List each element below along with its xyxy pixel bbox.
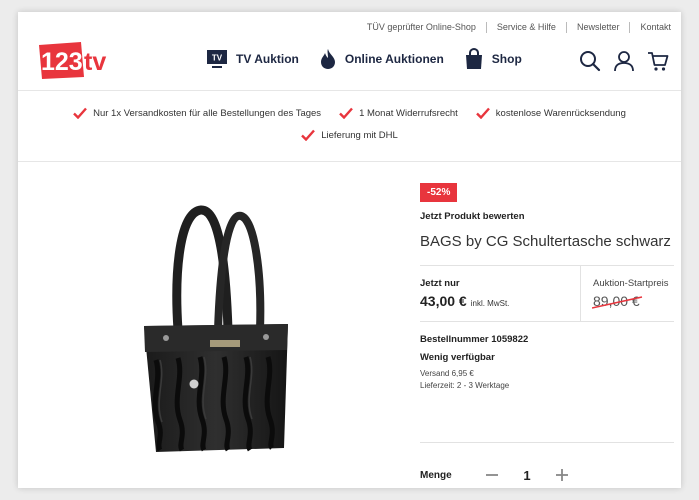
price-amount: 43,00 € [420, 293, 467, 309]
rate-product-link[interactable]: Jetzt Produkt bewerten [420, 211, 674, 222]
svg-text:TV: TV [212, 54, 223, 63]
usp-item: kostenlose Warenrücksendung [475, 107, 626, 119]
start-price-label: Auktion-Startpreis [593, 278, 669, 289]
nav-label: Online Auktionen [344, 52, 444, 66]
product-title: BAGS by CG Schultertasche schwarz [420, 233, 671, 250]
shopping-bag-icon [465, 48, 482, 69]
minus-icon [486, 474, 498, 476]
start-price-block: Auktion-Startpreis 89,00 € [580, 266, 674, 321]
shipping-cost: Versand 6,95 € [420, 369, 474, 378]
usp-item: Lieferung mit DHL [301, 129, 398, 141]
order-number: Bestellnummer 1059822 [420, 334, 529, 345]
main-nav: TV TV Auktion Online Auktionen Shop [206, 48, 542, 70]
search-icon[interactable] [579, 50, 601, 72]
usp-text: Lieferung mit DHL [321, 129, 398, 141]
checkmark-icon [339, 107, 353, 119]
checkmark-icon [73, 107, 87, 119]
price-label: Jetzt nur [420, 278, 460, 289]
increase-quantity-button[interactable] [550, 463, 574, 487]
header-icons [579, 50, 669, 72]
usp-row: Lieferung mit DHL [18, 129, 681, 141]
nav-online-auktionen[interactable]: Online Auktionen [319, 48, 444, 70]
usp-item: 1 Monat Widerrufsrecht [339, 107, 458, 119]
tv-icon: TV [207, 50, 227, 68]
cart-icon[interactable] [647, 50, 669, 72]
product-info: -52% Jetzt Produkt bewerten BAGS by CG S… [420, 182, 674, 483]
usp-text: 1 Monat Widerrufsrecht [359, 107, 458, 119]
top-utility-bar: TÜV geprüfter Online-Shop Service & Hilf… [357, 20, 681, 34]
decrease-quantity-button[interactable] [480, 463, 504, 487]
current-price: 43,00 € inkl. MwSt. [420, 293, 509, 309]
svg-text:123: 123 [41, 48, 83, 76]
order-info: Bestellnummer 1059822 Wenig verfügbar Ve… [420, 322, 674, 390]
flame-icon [320, 49, 335, 69]
price-box: Jetzt nur 43,00 € inkl. MwSt. Auktion-Sta… [420, 265, 674, 322]
vat-note: inkl. MwSt. [470, 299, 510, 308]
logo[interactable]: 123 tv [38, 40, 122, 80]
discount-badge: -52% [420, 183, 458, 202]
page: TÜV geprüfter Online-Shop Service & Hilf… [18, 12, 681, 488]
quantity-value[interactable]: 1 [504, 468, 550, 483]
nav-label: Shop [491, 52, 522, 66]
svg-text:tv: tv [84, 48, 106, 76]
quantity-label: Menge [420, 469, 452, 481]
newsletter-link[interactable]: Newsletter [565, 21, 630, 33]
delivery-time: Lieferzeit: 2 - 3 Werktage [420, 381, 510, 390]
checkmark-icon [475, 107, 490, 119]
strikethrough-line [592, 296, 643, 309]
user-icon[interactable] [613, 50, 635, 72]
service-link[interactable]: Service & Hilfe [485, 21, 566, 33]
usp-item: Nur 1x Versandkosten für alle Bestellung… [73, 107, 321, 119]
stock-status: Wenig verfügbar [420, 352, 495, 363]
current-price-block: Jetzt nur 43,00 € inkl. MwSt. [420, 278, 509, 309]
nav-label: TV Auktion [236, 52, 299, 66]
tuev-link[interactable]: TÜV geprüfter Online-Shop [357, 22, 486, 33]
usp-text: kostenlose Warenrücksendung [495, 107, 626, 119]
plus-icon [556, 469, 568, 481]
usp-bar: Nur 1x Versandkosten für alle Bestellung… [18, 90, 681, 162]
start-price: 89,00 € [592, 293, 643, 309]
product-image[interactable] [116, 200, 316, 460]
nav-tv-auktion[interactable]: TV TV Auktion [206, 49, 299, 69]
nav-shop[interactable]: Shop [464, 48, 522, 70]
checkmark-icon [301, 129, 316, 141]
quantity-selector: Menge 1 [420, 442, 674, 487]
usp-row: Nur 1x Versandkosten für alle Bestellung… [18, 107, 681, 119]
usp-text: Nur 1x Versandkosten für alle Bestellung… [93, 107, 322, 119]
contact-link[interactable]: Kontakt [629, 21, 681, 33]
